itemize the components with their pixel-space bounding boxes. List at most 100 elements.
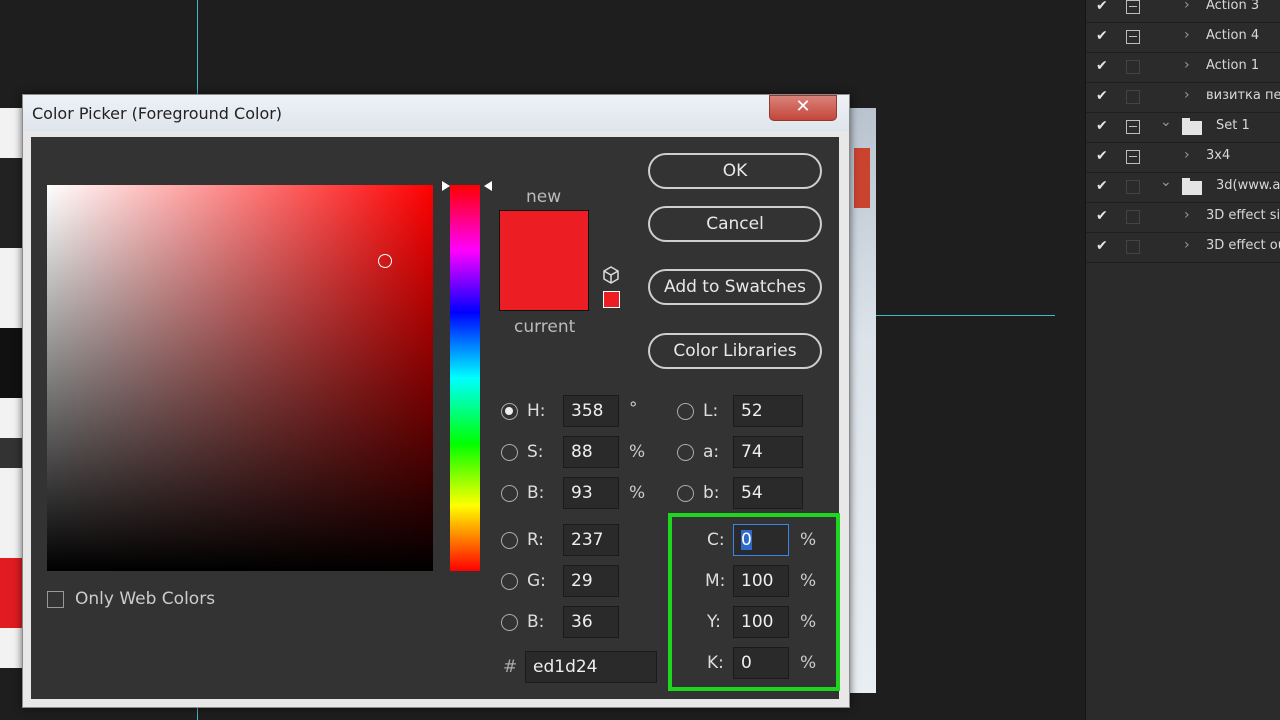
only-web-colors-label: Only Web Colors bbox=[75, 589, 216, 609]
hue-input[interactable]: 358 bbox=[563, 395, 619, 427]
action-label: Action 4 bbox=[1206, 28, 1260, 43]
percent-unit: % bbox=[629, 483, 646, 503]
document-canvas-right bbox=[848, 108, 876, 693]
dialog-toggle-icon[interactable] bbox=[1126, 150, 1140, 164]
dialog-toggle-icon[interactable] bbox=[1126, 60, 1140, 74]
folder-icon bbox=[1182, 118, 1202, 135]
check-icon[interactable]: ✔ bbox=[1096, 208, 1108, 224]
close-button[interactable]: ✕ bbox=[769, 95, 837, 121]
color-libraries-button[interactable]: Color Libraries bbox=[648, 333, 822, 369]
blue-label: B: bbox=[527, 612, 545, 632]
lab-b-radio[interactable] bbox=[677, 485, 694, 502]
dialog-toggle-icon[interactable] bbox=[1126, 30, 1140, 44]
brightness-input[interactable]: 93 bbox=[563, 477, 619, 509]
folder-icon bbox=[1182, 178, 1202, 195]
check-icon[interactable]: ✔ bbox=[1096, 58, 1108, 74]
action-label: 3x4 bbox=[1206, 148, 1231, 163]
lab-a-radio[interactable] bbox=[677, 444, 694, 461]
expand-arrow-icon[interactable]: › bbox=[1184, 0, 1190, 13]
actions-panel: ✔ › Action 3 ✔ › Action 4 ✔ › Action 1 ✔… bbox=[1085, 0, 1280, 720]
current-color-label: current bbox=[514, 317, 576, 337]
check-icon[interactable]: ✔ bbox=[1096, 118, 1108, 134]
action-set-row[interactable]: ✔ ⌄ Set 1 bbox=[1086, 112, 1280, 143]
green-radio[interactable] bbox=[501, 573, 518, 590]
dialog-titlebar[interactable]: Color Picker (Foreground Color) ✕ bbox=[23, 95, 849, 131]
hue-slider-left-arrow-icon[interactable] bbox=[442, 181, 450, 191]
check-icon[interactable]: ✔ bbox=[1096, 28, 1108, 44]
document-canvas-left bbox=[0, 108, 22, 668]
out-of-gamut-cube-icon[interactable] bbox=[602, 266, 620, 284]
check-icon[interactable]: ✔ bbox=[1096, 238, 1108, 254]
brightness-label: B: bbox=[527, 483, 545, 503]
lab-l-input[interactable]: 52 bbox=[733, 395, 803, 427]
check-icon[interactable]: ✔ bbox=[1096, 148, 1108, 164]
lab-a-label: a: bbox=[703, 442, 720, 462]
lab-b-label: b: bbox=[703, 483, 720, 503]
red-input[interactable]: 237 bbox=[563, 524, 619, 556]
hue-slider-right-arrow-icon[interactable] bbox=[484, 181, 492, 191]
action-set-row[interactable]: ✔ ⌄ 3d(www.a bbox=[1086, 172, 1280, 203]
check-icon[interactable]: ✔ bbox=[1096, 178, 1108, 194]
lab-l-radio[interactable] bbox=[677, 403, 694, 420]
red-label: R: bbox=[527, 530, 545, 550]
red-radio[interactable] bbox=[501, 532, 518, 549]
lab-b-input[interactable]: 54 bbox=[733, 477, 803, 509]
color-field[interactable] bbox=[47, 185, 433, 571]
blue-radio[interactable] bbox=[501, 614, 518, 631]
cmyk-highlight-box bbox=[668, 513, 840, 691]
dialog-toggle-icon[interactable] bbox=[1126, 240, 1140, 254]
action-label: Action 3 bbox=[1206, 0, 1260, 13]
dialog-title: Color Picker (Foreground Color) bbox=[32, 104, 283, 123]
action-row[interactable]: ✔ › Action 1 bbox=[1086, 52, 1280, 83]
percent-unit: % bbox=[629, 442, 646, 462]
blue-input[interactable]: 36 bbox=[563, 606, 619, 638]
add-to-swatches-button[interactable]: Add to Swatches bbox=[648, 269, 822, 305]
dialog-toggle-icon[interactable] bbox=[1126, 210, 1140, 224]
current-color-swatch[interactable] bbox=[499, 260, 589, 311]
saturation-input[interactable]: 88 bbox=[563, 436, 619, 468]
expand-arrow-icon[interactable]: › bbox=[1184, 207, 1190, 223]
action-label: 3D effect ou bbox=[1206, 238, 1280, 253]
web-safe-swatch[interactable] bbox=[603, 291, 620, 308]
expand-arrow-icon[interactable]: › bbox=[1184, 147, 1190, 163]
action-row[interactable]: ✔ › 3D effect ou bbox=[1086, 232, 1280, 263]
action-set-label: 3d(www.a bbox=[1216, 178, 1280, 193]
check-icon[interactable]: ✔ bbox=[1096, 88, 1108, 104]
color-picker-circle-icon[interactable] bbox=[378, 254, 392, 268]
dialog-toggle-icon[interactable] bbox=[1126, 120, 1140, 134]
action-row[interactable]: ✔ › 3x4 bbox=[1086, 142, 1280, 173]
hue-radio[interactable] bbox=[501, 403, 518, 420]
horizontal-guide bbox=[855, 315, 1055, 316]
only-web-colors-checkbox[interactable] bbox=[47, 591, 64, 608]
action-row[interactable]: ✔ › визитка пе bbox=[1086, 82, 1280, 113]
hex-input[interactable]: ed1d24 bbox=[525, 651, 657, 683]
dialog-toggle-icon[interactable] bbox=[1126, 90, 1140, 104]
new-color-label: new bbox=[526, 187, 562, 207]
brightness-radio[interactable] bbox=[501, 485, 518, 502]
action-label: 3D effect si bbox=[1206, 208, 1280, 223]
action-row[interactable]: ✔ › 3D effect si bbox=[1086, 202, 1280, 233]
ok-button[interactable]: OK bbox=[648, 153, 822, 189]
expand-arrow-icon[interactable]: › bbox=[1184, 57, 1190, 73]
green-label: G: bbox=[527, 571, 546, 591]
lab-a-input[interactable]: 74 bbox=[733, 436, 803, 468]
expand-arrow-icon[interactable]: › bbox=[1184, 87, 1190, 103]
dialog-toggle-icon[interactable] bbox=[1126, 180, 1140, 194]
dialog-toggle-icon[interactable] bbox=[1126, 0, 1140, 14]
action-label: Action 1 bbox=[1206, 58, 1260, 73]
check-icon[interactable]: ✔ bbox=[1096, 0, 1108, 14]
expand-arrow-icon[interactable]: › bbox=[1184, 237, 1190, 253]
new-color-swatch bbox=[499, 210, 589, 261]
action-label: визитка пе bbox=[1206, 88, 1280, 103]
action-row[interactable]: ✔ › Action 3 bbox=[1086, 0, 1280, 23]
cancel-button[interactable]: Cancel bbox=[648, 206, 822, 242]
collapse-arrow-icon[interactable]: ⌄ bbox=[1160, 114, 1172, 130]
hex-label: # bbox=[503, 657, 518, 677]
saturation-radio[interactable] bbox=[501, 444, 518, 461]
expand-arrow-icon[interactable]: › bbox=[1184, 27, 1190, 43]
hue-slider[interactable] bbox=[450, 185, 480, 571]
action-set-label: Set 1 bbox=[1216, 118, 1250, 133]
action-row[interactable]: ✔ › Action 4 bbox=[1086, 22, 1280, 53]
collapse-arrow-icon[interactable]: ⌄ bbox=[1160, 174, 1172, 190]
green-input[interactable]: 29 bbox=[563, 565, 619, 597]
